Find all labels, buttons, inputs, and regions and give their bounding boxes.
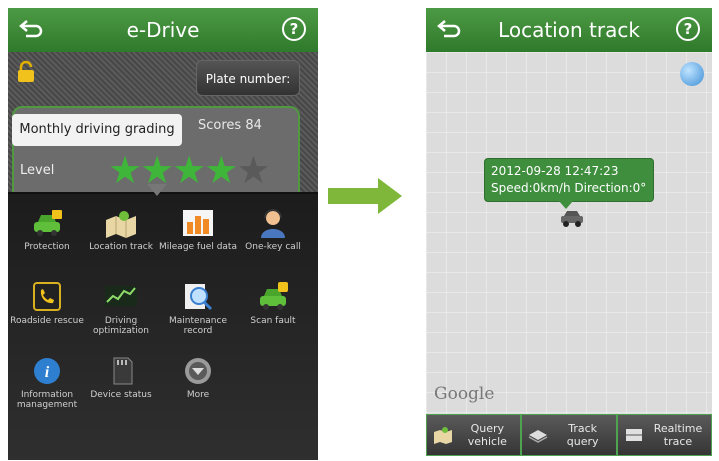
menu-one-key-call[interactable]: One-key call — [234, 208, 312, 252]
menu-more[interactable]: More — [159, 356, 237, 400]
page-title: Location track — [498, 18, 640, 42]
menu-scan-fault[interactable]: Scan fault — [234, 282, 312, 326]
location-track-screen: Location track ? 2012-09-28 12:47:23 Spe… — [426, 8, 712, 456]
info-icon: i — [34, 358, 60, 384]
map-location-icon — [106, 211, 136, 238]
level-label: Level — [20, 163, 55, 178]
level-stars: ★★★★★ — [108, 148, 271, 192]
scores-text: Scores 84 — [198, 118, 262, 133]
menu-label: Scan fault — [250, 316, 296, 326]
map-view[interactable] — [426, 52, 712, 414]
car-alert-icon — [260, 282, 288, 310]
button-label: Query vehicle — [467, 422, 507, 448]
vehicle-info-callout: 2012-09-28 12:47:23 Speed:0km/h Directio… — [484, 158, 654, 209]
car-lock-icon — [34, 210, 62, 236]
menu-label: Protection — [24, 242, 70, 252]
page-title: e-Drive — [126, 18, 200, 42]
menu-label: Information management — [16, 390, 78, 410]
menu-maintenance-record[interactable]: Maintenance record — [159, 282, 237, 336]
title-bar: Location track ? — [426, 8, 712, 52]
map-icon — [434, 427, 452, 444]
menu-protection[interactable]: Protection — [8, 208, 86, 252]
grading-label: Monthly driving grading — [12, 114, 182, 146]
svg-text:i: i — [45, 364, 50, 381]
star-filled-icon: ★ — [204, 148, 239, 192]
menu-label: Location track — [89, 242, 153, 252]
bar-chart-icon — [183, 210, 213, 236]
edrive-screen: e-Drive ? Plate number: Monthly driving … — [8, 8, 318, 460]
vehicle-marker-icon[interactable] — [558, 208, 586, 228]
graph-icon — [105, 286, 137, 306]
bottom-toolbar: Query vehicle Track query Realtime trace — [426, 414, 712, 456]
globe-icon[interactable] — [680, 62, 704, 86]
menu-label: Roadside rescue — [10, 316, 84, 326]
menu-label: Driving optimization — [93, 316, 149, 336]
menu-information-management[interactable]: i Information management — [8, 356, 86, 410]
panel-handle-icon[interactable] — [147, 184, 167, 196]
trace-icon — [625, 429, 642, 441]
sd-card-icon — [113, 357, 133, 385]
menu-label: Mileage fuel data — [159, 242, 237, 252]
menu-mileage-fuel[interactable]: Mileage fuel data — [159, 208, 237, 252]
callout-speed-direction: Speed:0km/h Direction:0° — [491, 181, 647, 195]
star-filled-icon: ★ — [172, 148, 207, 192]
menu-label: More — [186, 390, 210, 400]
menu-label: Device status — [90, 390, 152, 400]
operator-icon — [261, 209, 285, 238]
more-icon — [185, 358, 211, 384]
query-vehicle-button[interactable]: Query vehicle — [426, 414, 522, 456]
star-filled-icon: ★ — [108, 148, 143, 192]
track-icon — [528, 430, 548, 443]
menu-roadside-rescue[interactable]: Roadside rescue — [8, 282, 86, 326]
map-watermark: Google — [434, 384, 495, 404]
lock-icon[interactable] — [16, 60, 36, 84]
magnifier-icon — [185, 284, 213, 311]
track-query-button[interactable]: Track query — [521, 414, 617, 456]
button-label: Track query — [566, 422, 599, 448]
callout-timestamp: 2012-09-28 12:47:23 — [491, 164, 619, 178]
title-bar: e-Drive ? — [8, 8, 318, 52]
menu-device-status[interactable]: Device status — [82, 356, 160, 400]
star-empty-icon: ★ — [236, 148, 271, 192]
help-icon[interactable]: ? — [676, 17, 700, 41]
button-label: Realtime trace — [653, 422, 703, 448]
menu-location-track[interactable]: Location track — [82, 208, 160, 252]
help-icon[interactable]: ? — [282, 17, 306, 41]
menu-label: One-key call — [245, 242, 301, 252]
transition-arrow-icon — [328, 178, 402, 214]
realtime-trace-button[interactable]: Realtime trace — [616, 414, 712, 456]
phone-icon — [33, 282, 61, 311]
menu-label: Maintenance record — [169, 316, 227, 336]
menu-driving-optimization[interactable]: Driving optimization — [82, 282, 160, 336]
plate-number-button[interactable]: Plate number: — [196, 60, 300, 96]
